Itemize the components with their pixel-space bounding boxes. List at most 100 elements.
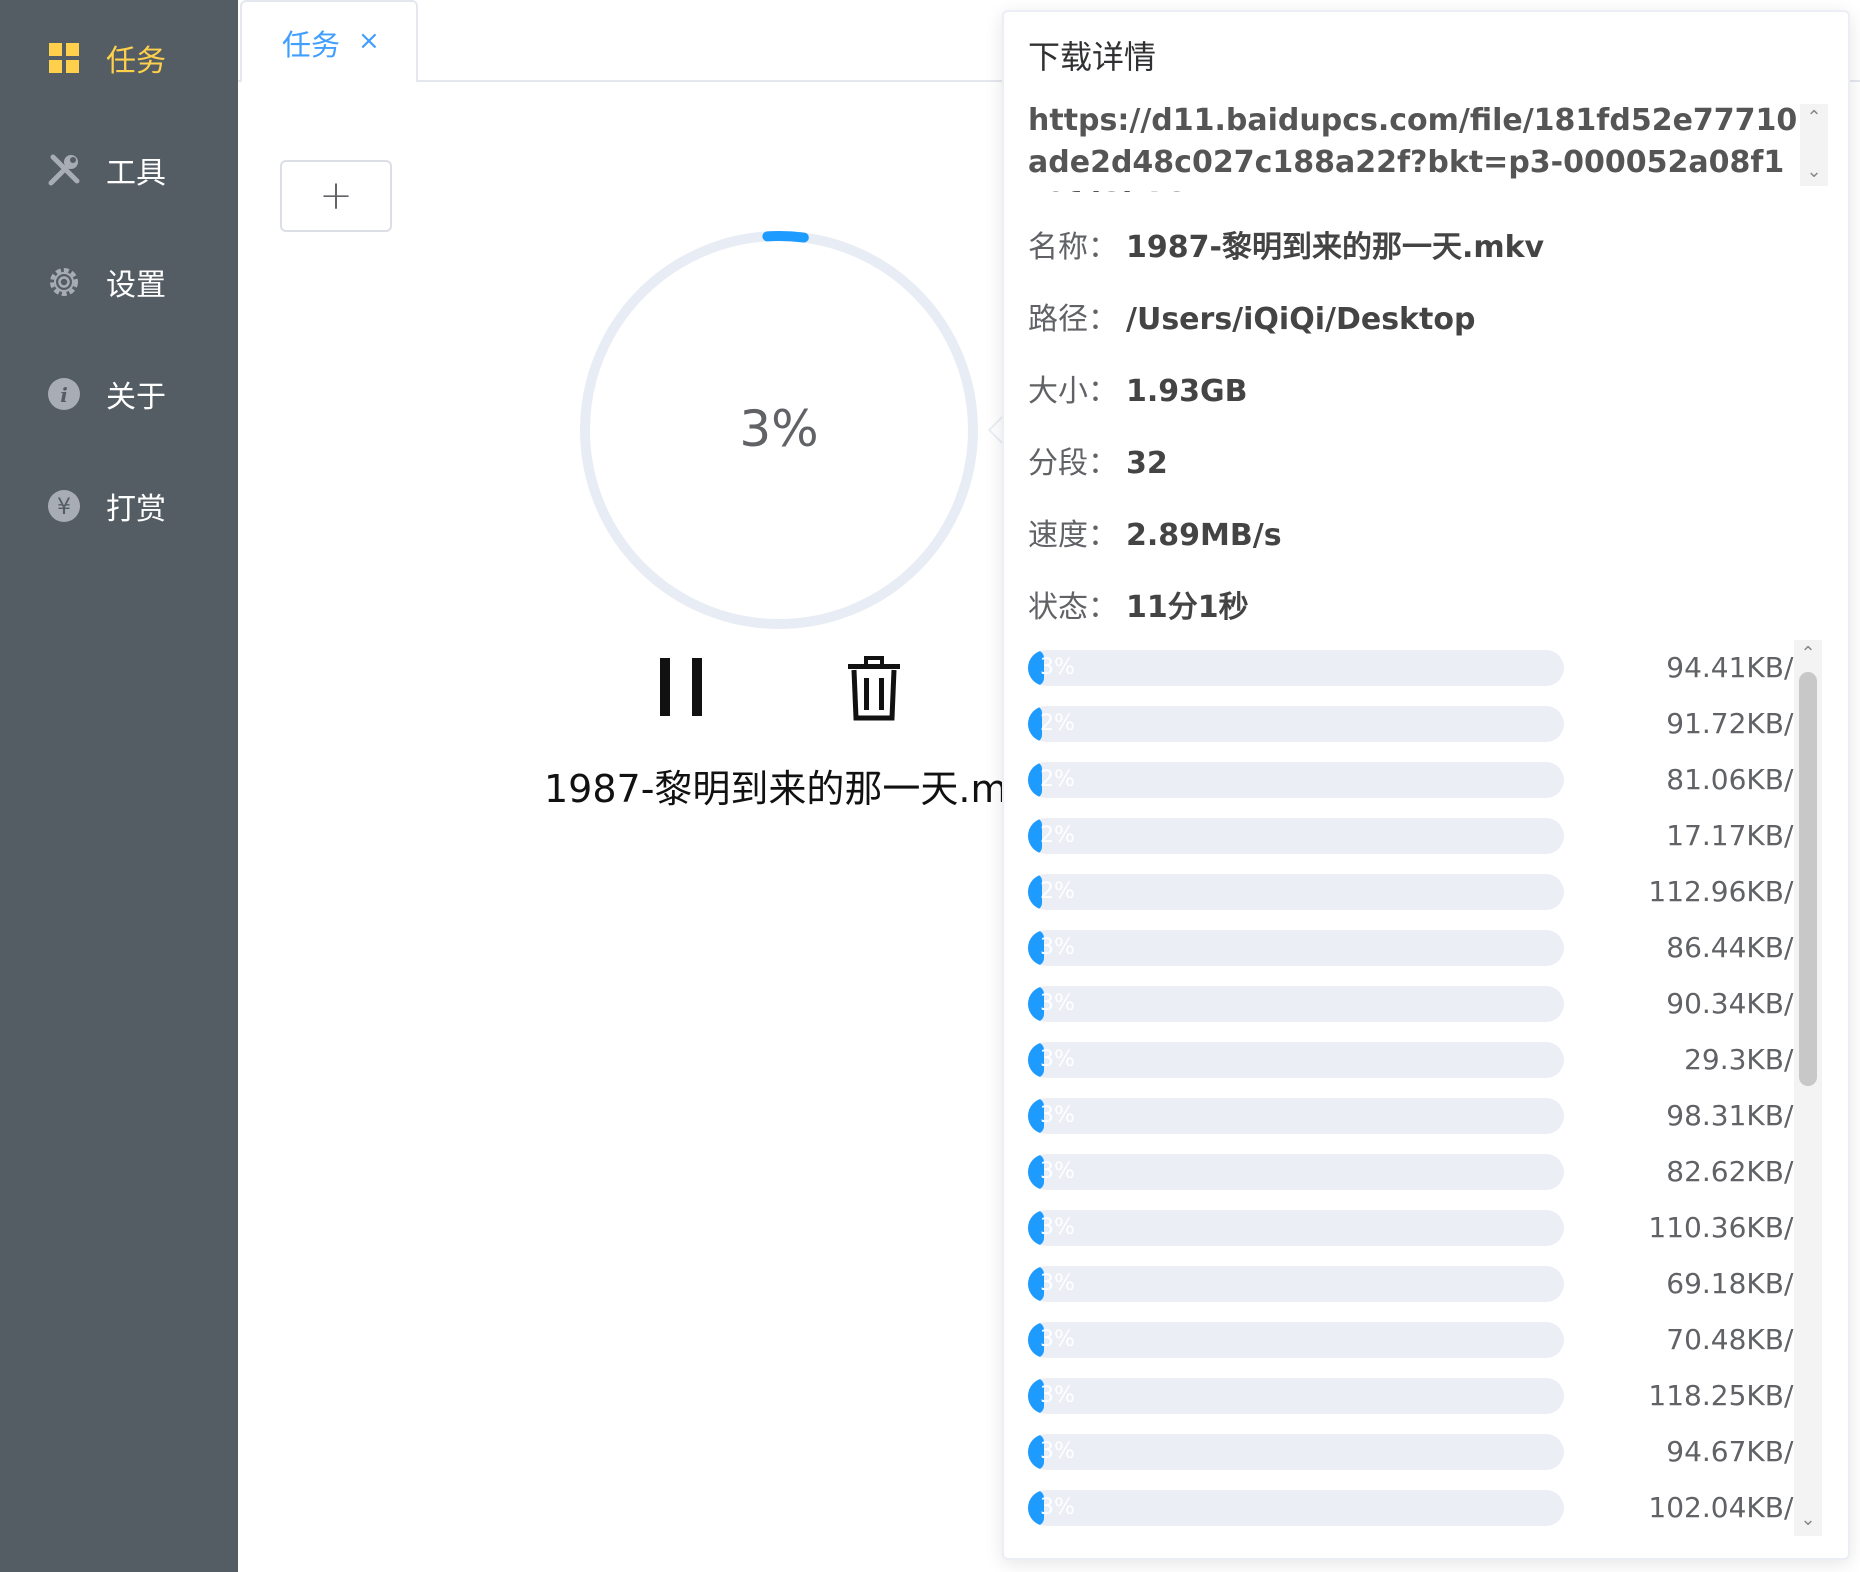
plus-icon: + [319,173,353,219]
segment-row: 3% 118.25KB/s [1028,1376,1808,1416]
segment-row: 2% 17.17KB/s [1028,816,1808,856]
tab-tasks[interactable]: 任务 × [240,0,418,83]
task-file-name: 1987-黎明到来的那一天.mkv [544,767,1053,811]
segment-row: 3% 94.41KB/s [1028,648,1808,688]
segment-speed: 98.31KB/s [1666,1099,1808,1132]
sidebar-item-donate[interactable]: ¥ 打赏 [0,450,238,562]
segment-speed: 94.67KB/s [1666,1435,1808,1468]
segment-speed: 86.44KB/s [1666,931,1808,964]
segment-percent: 3% [1040,1439,1075,1464]
info-status: 状态： 11分1秒 [1028,582,1249,626]
segment-percent: 3% [1040,655,1075,680]
name-label: 名称： [1028,230,1118,265]
segment-scrollbar[interactable]: ⌃ ⌄ [1794,640,1822,1536]
speed-label: 速度： [1028,518,1118,553]
segment-progress-bar: 3% [1028,1266,1564,1302]
segment-speed: 90.34KB/s [1666,987,1808,1020]
popover-title: 下载详情 [1028,38,1157,76]
segment-progress-bar: 2% [1028,874,1564,910]
pause-icon[interactable] [658,656,706,718]
segment-percent: 3% [1040,991,1075,1016]
sidebar-item-settings[interactable]: 设置 [0,226,238,338]
segment-progress-bar: 2% [1028,762,1564,798]
segment-progress-bar: 3% [1028,1210,1564,1246]
size-value: 1.93GB [1126,374,1248,409]
info-size: 大小： 1.93GB [1028,366,1248,410]
segment-percent: 2% [1040,767,1075,792]
segment-percent: 3% [1040,935,1075,960]
sidebar-item-label: 关于 [106,380,166,415]
info-segments: 分段： 32 [1028,438,1168,482]
chevron-up-icon[interactable]: ⌃ [1800,104,1828,132]
url-text: https://d11.baidupcs.com/file/181fd52e77… [1028,103,1798,192]
progress-percent: 3% [739,400,819,458]
gear-icon [50,268,78,296]
segment-percent: 3% [1040,1047,1075,1072]
tools-icon [48,154,80,186]
sidebar-item-label: 打赏 [106,492,166,527]
segment-percent: 3% [1040,1383,1075,1408]
sidebar-item-tools[interactable]: 工具 [0,114,238,226]
sidebar-item-label: 任务 [106,44,166,79]
segment-progress-bar: 3% [1028,1154,1564,1190]
segment-row: 2% 91.72KB/s [1028,704,1808,744]
chevron-down-icon[interactable]: ⌄ [1794,1506,1822,1534]
segment-percent: 3% [1040,1495,1075,1520]
status-label: 状态： [1028,590,1118,625]
sidebar-item-label: 设置 [106,268,166,303]
segment-progress-bar: 3% [1028,650,1564,686]
segment-row: 3% 29.3KB/s [1028,1040,1808,1080]
sidebar-item-about[interactable]: i 关于 [0,338,238,450]
segment-progress-bar: 3% [1028,1042,1564,1078]
segment-speed: 91.72KB/s [1666,707,1808,740]
segment-speed: 94.41KB/s [1666,651,1808,684]
speed-value: 2.89MB/s [1126,518,1282,553]
segment-progress-bar: 3% [1028,1322,1564,1358]
segment-percent: 2% [1040,879,1075,904]
chevron-down-icon[interactable]: ⌄ [1800,158,1828,186]
segment-row: 3% 94.67KB/s [1028,1432,1808,1472]
info-icon: i [48,378,80,410]
segments-label: 分段： [1028,446,1118,481]
segment-speed: 17.17KB/s [1666,819,1808,852]
segment-progress-bar: 3% [1028,986,1564,1022]
segment-row: 2% 81.06KB/s [1028,760,1808,800]
segment-percent: 3% [1040,1215,1075,1240]
url-scrollbar[interactable]: ⌃ ⌄ [1800,104,1828,186]
sidebar: 任务 工具 设置 i 关于 ¥ 打赏 [0,0,238,1572]
segment-row: 3% 70.48KB/s [1028,1320,1808,1360]
download-detail-popover: 下载详情 https://d11.baidupcs.com/file/181fd… [1002,10,1850,1560]
svg-text:¥: ¥ [57,495,71,520]
chevron-up-icon[interactable]: ⌃ [1794,640,1822,668]
segment-row: 3% 86.44KB/s [1028,928,1808,968]
yen-icon: ¥ [48,490,80,522]
trash-icon[interactable] [846,656,902,722]
progress-ring-arc [762,231,809,243]
segment-row: 3% 82.62KB/s [1028,1152,1808,1192]
segment-row: 2% 112.96KB/s [1028,872,1808,912]
tab-label: 任务 [282,28,341,62]
segment-percent: 3% [1040,1103,1075,1128]
segment-speed: 102.04KB/s [1648,1491,1808,1524]
segment-progress-bar: 3% [1028,1490,1564,1526]
sidebar-item-tasks[interactable]: 任务 [0,2,238,114]
segment-percent: 2% [1040,823,1075,848]
url-textarea[interactable]: https://d11.baidupcs.com/file/181fd52e77… [1028,100,1828,196]
segment-speed: 81.06KB/s [1666,763,1808,796]
segment-speed: 70.48KB/s [1666,1323,1808,1356]
close-icon[interactable]: × [358,26,380,56]
segment-speed: 112.96KB/s [1648,875,1808,908]
grid-icon [49,43,79,73]
size-label: 大小： [1028,374,1118,409]
segment-row: 3% 90.34KB/s [1028,984,1808,1024]
segment-speed: 29.3KB/s [1684,1043,1808,1076]
segment-percent: 2% [1040,711,1075,736]
segment-progress-bar: 3% [1028,1378,1564,1414]
svg-text:i: i [60,383,68,407]
segment-row: 3% 110.36KB/s [1028,1208,1808,1248]
scrollbar-thumb[interactable] [1799,672,1817,1086]
add-task-button[interactable]: + [280,160,392,232]
name-value: 1987-黎明到来的那一天.mkv [1126,230,1545,265]
segment-percent: 3% [1040,1327,1075,1352]
segment-row: 3% 69.18KB/s [1028,1264,1808,1304]
